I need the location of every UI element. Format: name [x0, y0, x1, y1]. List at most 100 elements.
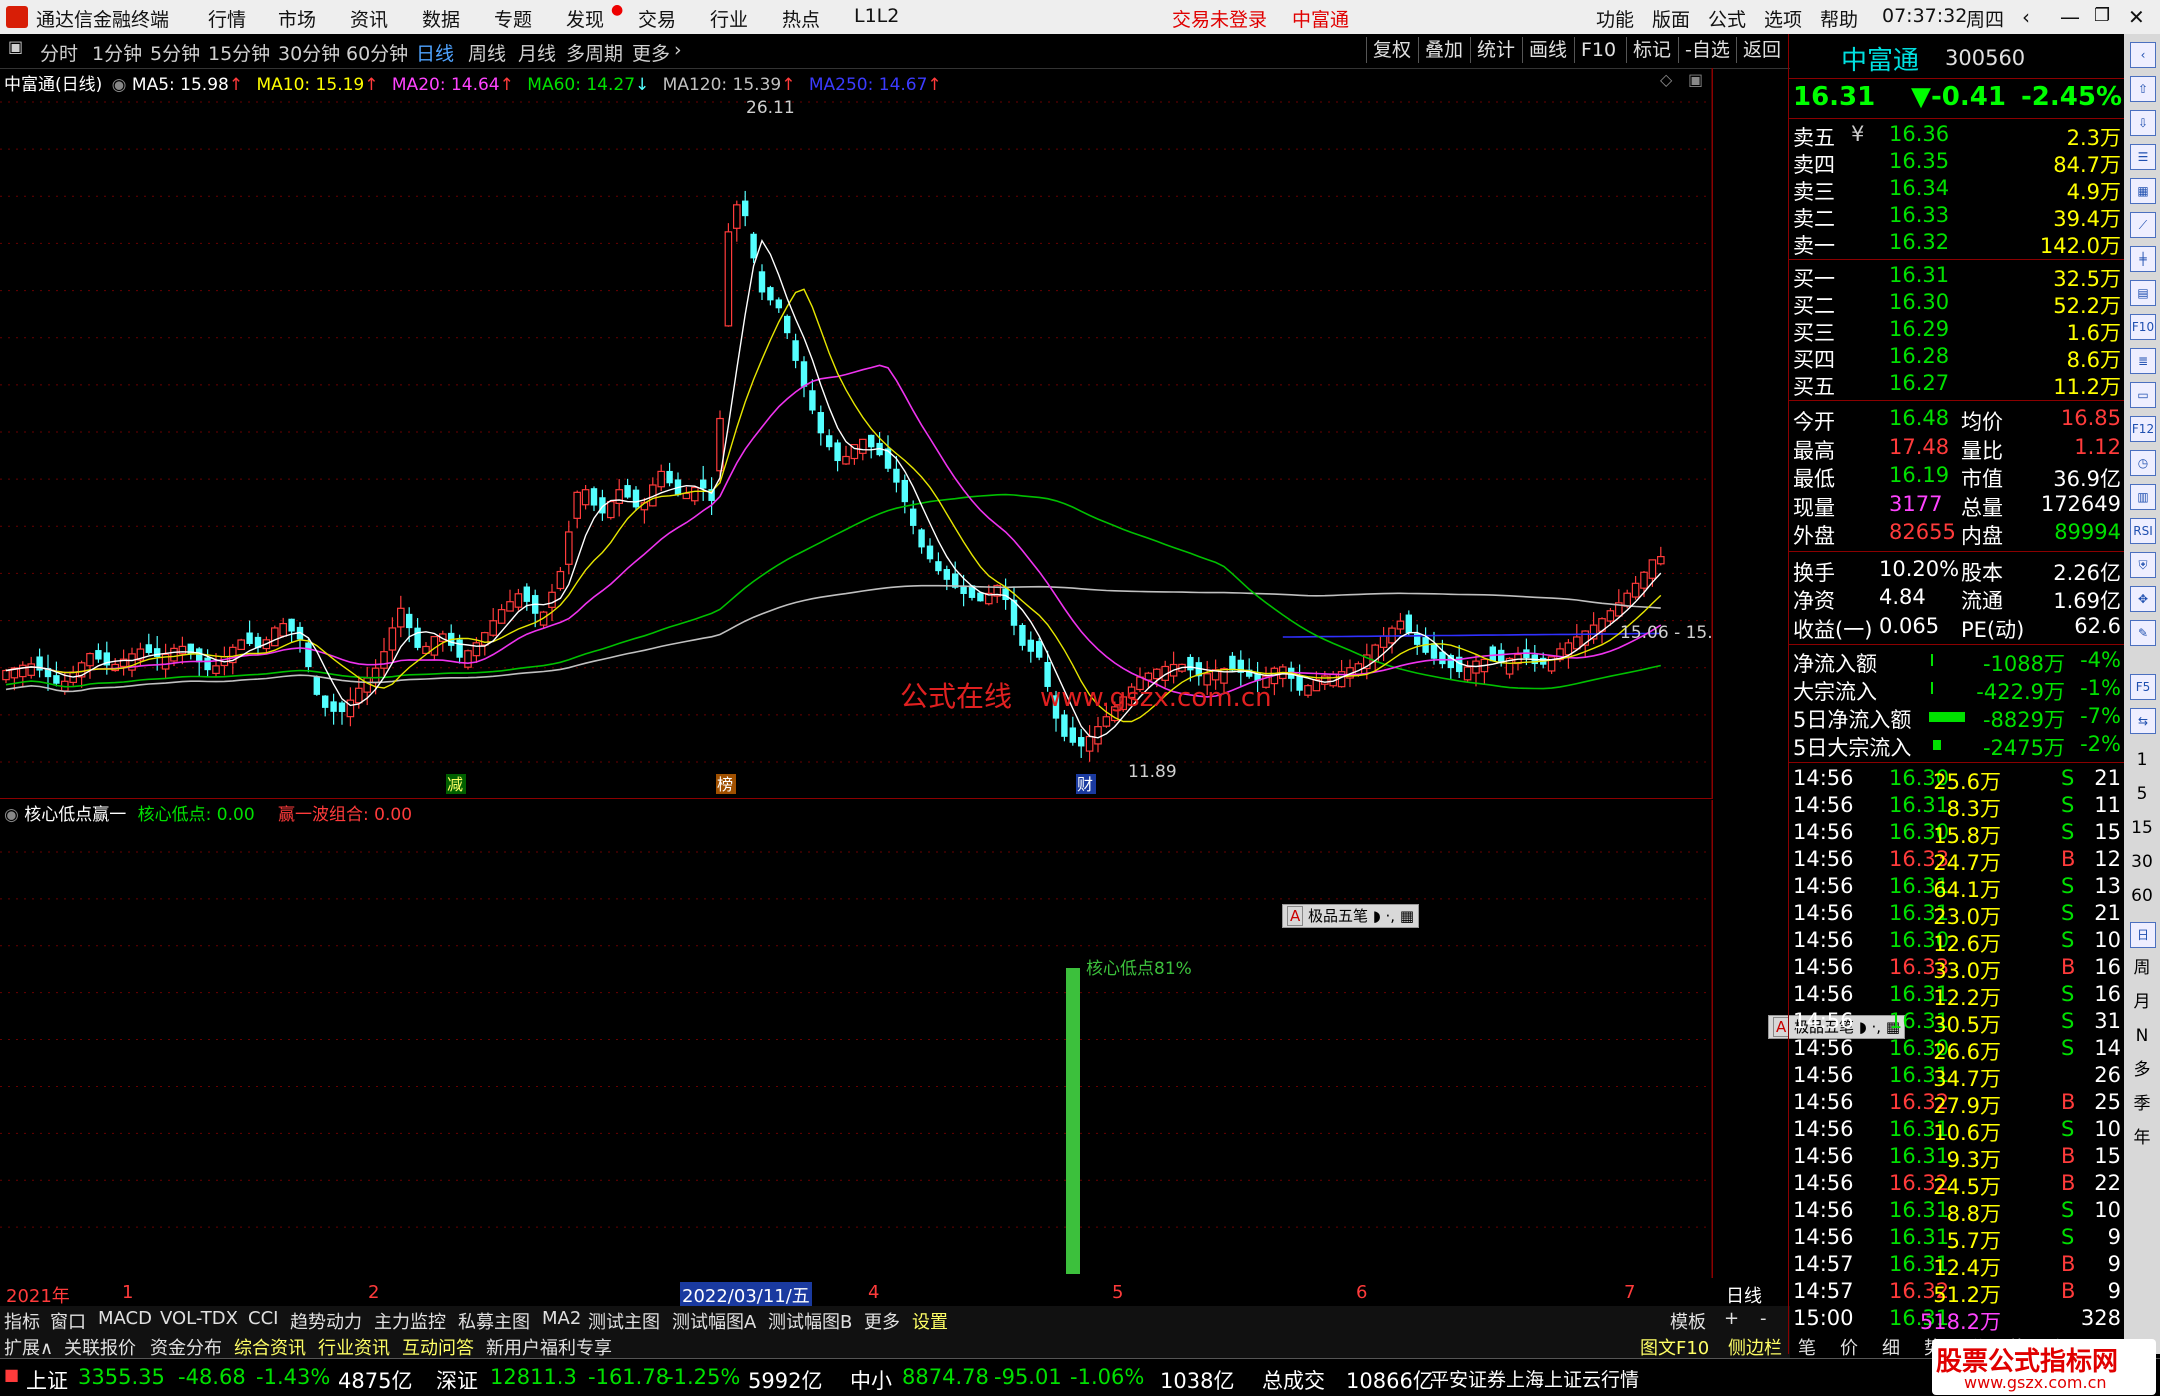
candle-body[interactable] — [657, 470, 666, 488]
candle-body[interactable] — [388, 627, 397, 651]
bid-row[interactable]: 买三 16.29 1.6万 — [1789, 317, 2125, 345]
tab-window[interactable]: 窗口 — [50, 1308, 86, 1334]
toolbar-button[interactable]: 叠加 — [1418, 37, 1469, 63]
candle-body[interactable] — [514, 593, 523, 608]
tab-qa[interactable]: 互动问答 — [402, 1334, 474, 1360]
candle-body[interactable] — [1430, 643, 1438, 659]
candle-body[interactable] — [212, 665, 220, 674]
up-icon[interactable]: ⇧ — [2130, 76, 2156, 102]
list-icon[interactable]: ☰ — [2130, 144, 2156, 170]
candle-body[interactable] — [809, 390, 816, 411]
candle-body[interactable] — [1379, 635, 1388, 648]
candle-body[interactable] — [1648, 559, 1657, 579]
candle-body[interactable] — [2, 669, 10, 681]
tab-new-user[interactable]: 新用户福利专享 — [486, 1334, 612, 1360]
bid-row[interactable]: 买一 16.31 32.5万 — [1789, 263, 2125, 291]
period-shortcut[interactable]: 30 — [2130, 850, 2154, 874]
candle-body[interactable] — [1656, 556, 1665, 565]
restore-icon[interactable]: ❐ — [2094, 5, 2110, 26]
candle-body[interactable] — [1036, 641, 1043, 658]
period-shortcut[interactable]: 1 — [2130, 748, 2154, 772]
candle-body[interactable] — [1187, 656, 1194, 671]
candle-body[interactable] — [1152, 668, 1161, 680]
candle-body[interactable] — [1094, 726, 1102, 745]
f5-icon[interactable]: F5 — [2130, 674, 2156, 700]
toolbar-button[interactable]: F10 — [1574, 37, 1622, 63]
candle-body[interactable] — [86, 652, 94, 667]
bars-icon[interactable]: ▥ — [2130, 484, 2156, 510]
table-icon[interactable]: ▤ — [2130, 280, 2156, 306]
candle-body[interactable] — [910, 508, 917, 526]
candle-body[interactable] — [573, 491, 582, 519]
candle-body[interactable] — [742, 200, 749, 217]
tab-test-main[interactable]: 测试主图 — [588, 1308, 660, 1334]
candle-body[interactable] — [305, 642, 312, 668]
candle-body[interactable] — [338, 702, 346, 713]
period-shortcut[interactable]: 60 — [2130, 884, 2154, 908]
tab-cci[interactable]: CCI — [248, 1308, 278, 1329]
period-tab[interactable]: 1分钟 — [92, 39, 142, 66]
clock-icon[interactable]: ◷ — [2130, 450, 2156, 476]
tab-expand[interactable]: 扩展∧ — [4, 1334, 53, 1360]
toolbar-button[interactable]: 统计 — [1470, 37, 1521, 63]
period-tab[interactable]: 多周期 — [566, 39, 623, 66]
input-method-widget[interactable]: A 极品五笔 ◗ ·, ▦ — [1282, 904, 1420, 928]
candle-body[interactable] — [456, 639, 463, 658]
menu-industry[interactable]: 行业 — [710, 5, 748, 32]
candle-body[interactable] — [1019, 624, 1026, 646]
menu-market[interactable]: 市场 — [278, 5, 316, 32]
login-status[interactable]: 交易未登录 — [1172, 5, 1267, 32]
candle-body[interactable] — [606, 500, 615, 519]
period-shortcut[interactable]: 15 — [2130, 816, 2154, 840]
menu-l1l2[interactable]: L1L2 — [854, 5, 899, 27]
toolbar-button[interactable]: 复权 — [1366, 37, 1417, 63]
sh-label[interactable]: 上证 — [26, 1365, 68, 1395]
candle-body[interactable] — [834, 442, 841, 462]
period-tab[interactable]: 月线 — [518, 39, 556, 66]
candle-body[interactable] — [1002, 588, 1009, 601]
collapse-icon[interactable]: ‹ — [2130, 42, 2156, 68]
menu-help[interactable]: 帮助 — [1820, 5, 1858, 32]
candle-body[interactable] — [682, 492, 691, 500]
candle-body[interactable] — [1564, 642, 1573, 656]
period-shortcut[interactable]: 季 — [2130, 1092, 2154, 1116]
candle-body[interactable] — [145, 644, 152, 654]
candle-body[interactable] — [767, 287, 774, 301]
chevron-right-icon[interactable]: › — [674, 39, 682, 61]
candle-body[interactable] — [406, 613, 413, 629]
candle-body[interactable] — [724, 231, 733, 327]
tab-f10[interactable]: 图文F10 — [1640, 1334, 1709, 1360]
candle-body[interactable] — [1102, 716, 1111, 727]
candle-body[interactable] — [363, 677, 372, 693]
ask-row[interactable]: 卖三 16.34 4.9万 — [1789, 176, 2125, 204]
template-button[interactable]: 模板 — [1670, 1308, 1706, 1334]
menu-options[interactable]: 选项 — [1764, 5, 1802, 32]
panel-toggle-icon[interactable]: ▣ — [1688, 70, 1703, 89]
candle-body[interactable] — [792, 340, 799, 361]
candle-body[interactable] — [826, 435, 833, 448]
back-icon[interactable]: ‹ — [2022, 5, 2030, 29]
candle-body[interactable] — [548, 591, 556, 608]
tab-ma2[interactable]: MA2 — [542, 1308, 581, 1329]
indicator-chart[interactable]: 180.0160.0140.0120.0100.080.0060.0040.00… — [0, 800, 1796, 1278]
tab-trend-power[interactable]: 趋势动力 — [290, 1308, 362, 1334]
diamond-icon[interactable]: ◇ — [1660, 70, 1672, 89]
candle-body[interactable] — [279, 622, 288, 637]
tab-fund-dist[interactable]: 资金分布 — [150, 1334, 222, 1360]
candle-body[interactable] — [1640, 571, 1648, 589]
period-shortcut[interactable]: 多 — [2130, 1058, 2154, 1082]
tab-industry-news[interactable]: 行业资讯 — [318, 1334, 390, 1360]
candle-body[interactable] — [1061, 714, 1068, 737]
candle-body[interactable] — [95, 650, 102, 660]
candle-body[interactable] — [700, 479, 707, 489]
period-shortcut[interactable]: 年 — [2130, 1126, 2154, 1150]
tab-private-main[interactable]: 私募主图 — [458, 1308, 530, 1334]
candle-body[interactable] — [346, 699, 355, 718]
move-icon[interactable]: ✥ — [2130, 586, 2156, 612]
candle-body[interactable] — [926, 545, 934, 560]
period-shortcut[interactable]: 周 — [2130, 956, 2154, 980]
tab-vol-tdx[interactable]: VOL-TDX — [160, 1308, 238, 1329]
candle-body[interactable] — [313, 676, 320, 695]
candle-body[interactable] — [690, 486, 699, 502]
candle-body[interactable] — [918, 529, 925, 548]
